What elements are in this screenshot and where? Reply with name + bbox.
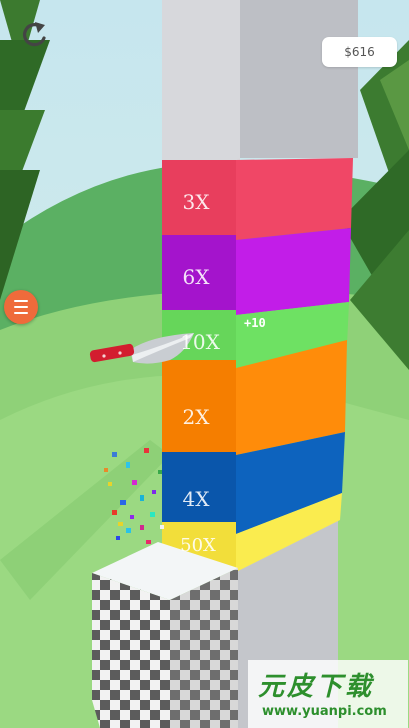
multiplier-label-50x: 50X — [180, 535, 216, 556]
watermark-url: www.yuanpi.com — [262, 704, 387, 719]
money-counter: $616 — [322, 37, 397, 67]
tower-block-3x-side — [236, 158, 353, 240]
tower-pillar — [162, 0, 240, 162]
game-scene — [0, 0, 409, 728]
undo-button[interactable] — [14, 14, 54, 54]
watermark-brand: 元皮下载 — [258, 672, 375, 702]
multiplier-label-4x: 4X — [182, 487, 210, 511]
tower-pillar-side — [240, 0, 358, 158]
cutting-board-front — [92, 573, 170, 728]
money-value: $616 — [344, 45, 375, 59]
multiplier-label-3x: 3X — [182, 190, 210, 214]
undo-icon — [22, 22, 46, 47]
menu-button[interactable] — [4, 290, 38, 324]
score-popup: +10 — [244, 316, 266, 330]
multiplier-label-6x: 6X — [182, 265, 210, 289]
watermark: 元皮下载 www.yuanpi.com — [248, 660, 408, 728]
multiplier-label-10x: 10X — [180, 330, 220, 354]
multiplier-label-2x: 2X — [182, 405, 210, 429]
tower-block-6x-side — [236, 228, 351, 315]
